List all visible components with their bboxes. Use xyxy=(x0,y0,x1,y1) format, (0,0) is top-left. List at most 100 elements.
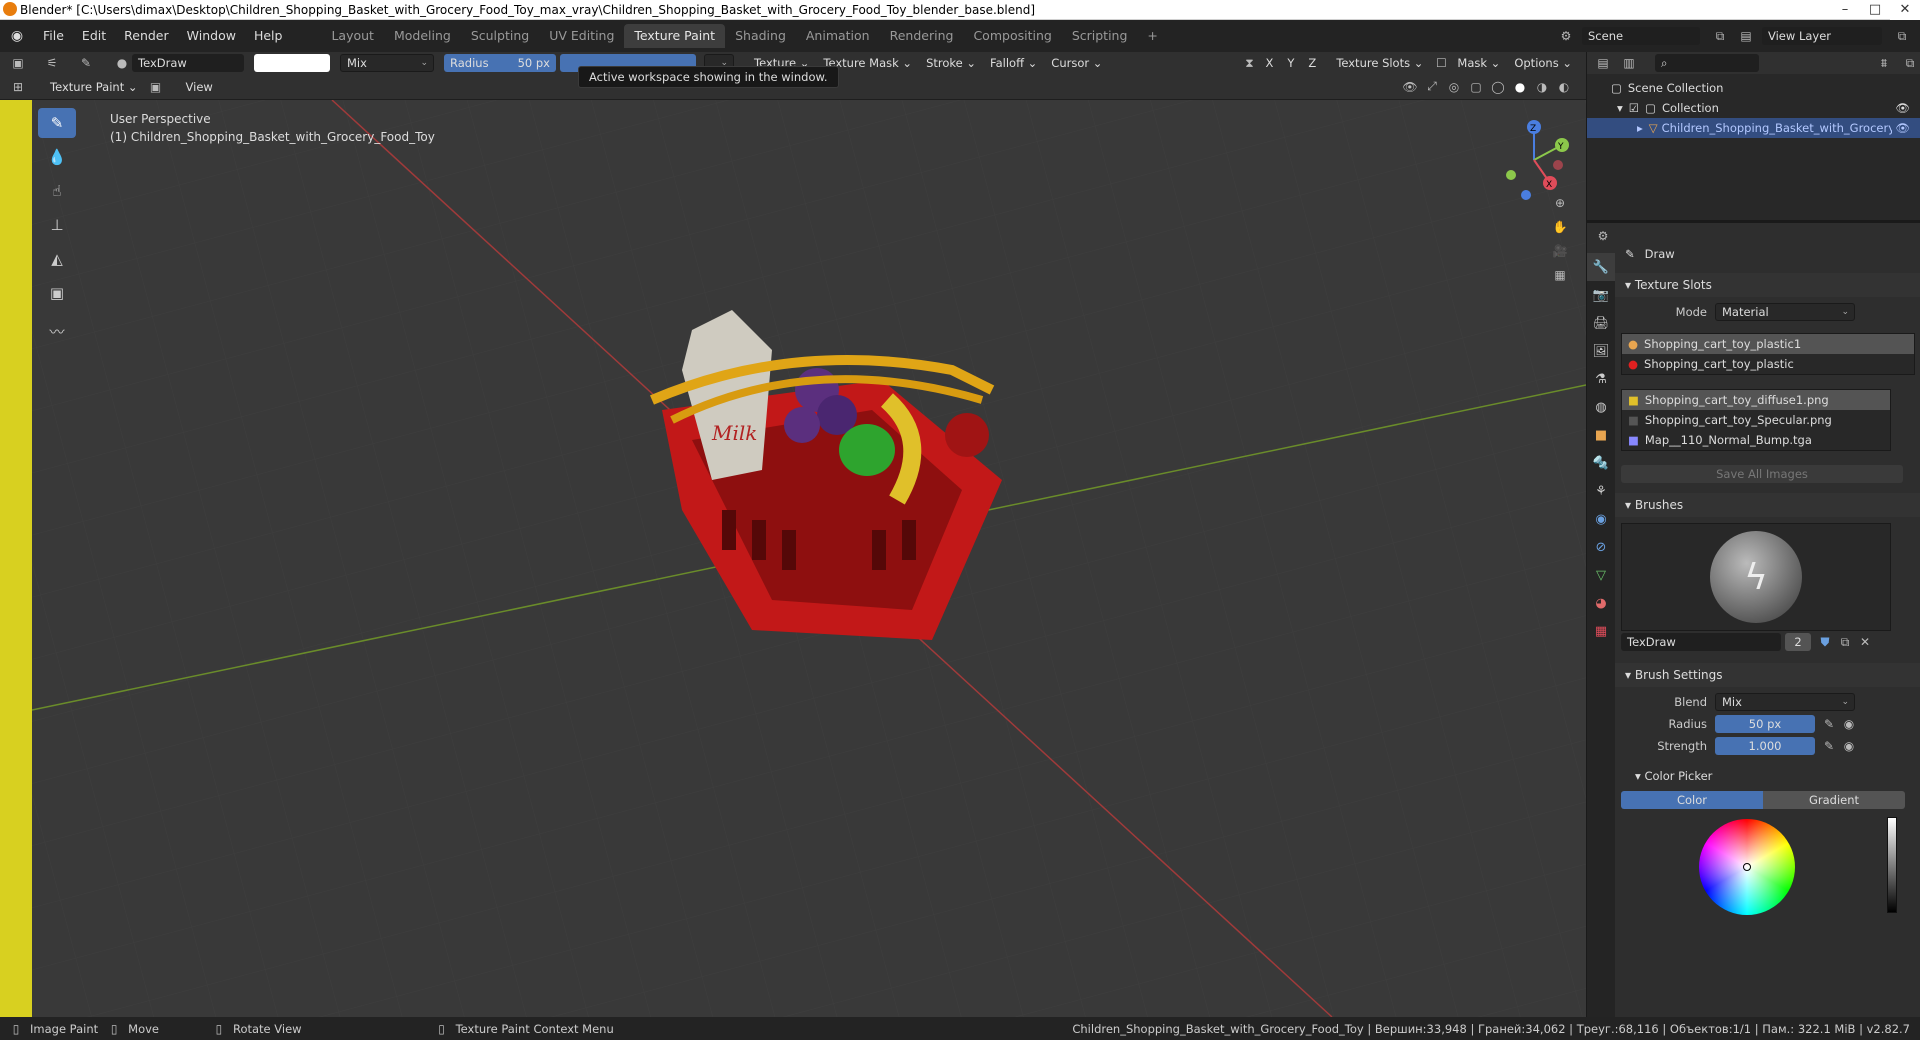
shading-wireframe-icon[interactable]: ◯ xyxy=(1488,78,1508,96)
cursor-dropdown[interactable]: Cursor ⌄ xyxy=(1045,54,1108,72)
tab-color[interactable]: Color xyxy=(1621,791,1763,809)
add-workspace-icon[interactable]: + xyxy=(1137,24,1167,48)
mask-checkbox[interactable]: ☐ xyxy=(1431,54,1451,72)
tab-sculpting[interactable]: Sculpting xyxy=(461,24,539,48)
annotate-tool-icon[interactable]: 〰 xyxy=(38,316,76,346)
grid-icon[interactable]: ⊞ xyxy=(8,78,28,96)
view-menu[interactable]: View xyxy=(180,78,219,96)
tab-scripting[interactable]: Scripting xyxy=(1062,24,1138,48)
xray-icon[interactable]: ▢ xyxy=(1466,78,1486,96)
outliner-collection[interactable]: ▾ ☑ ▢ Collection 👁 xyxy=(1587,98,1920,118)
brush-color-swatch[interactable] xyxy=(254,54,330,72)
display-mode-icon[interactable]: ▥ xyxy=(1619,54,1639,72)
gizmo-icon[interactable]: ⤢ xyxy=(1422,78,1442,96)
view-layer-field[interactable]: View Layer xyxy=(1762,27,1882,45)
draw-tool-icon[interactable]: ✎ xyxy=(38,108,76,138)
tab-compositing[interactable]: Compositing xyxy=(963,24,1061,48)
new-view-layer-icon[interactable]: ⧉ xyxy=(1892,27,1912,45)
scene-icon[interactable]: ⚙ xyxy=(1556,27,1576,45)
outliner-scene-collection[interactable]: ▢ Scene Collection xyxy=(1587,78,1920,98)
camera-icon[interactable]: 🎥 xyxy=(1550,242,1570,260)
3d-viewport[interactable]: Milk User Perspective (1) Children_Shopp… xyxy=(32,100,1586,1017)
blender-menu-icon[interactable]: ◉ xyxy=(0,28,34,44)
brushes-panel-header[interactable]: ▾ Brushes xyxy=(1615,493,1920,517)
shading-solid-icon[interactable]: ● xyxy=(1510,78,1530,96)
mirror-z-toggle[interactable]: Z xyxy=(1302,54,1322,72)
radius-slider[interactable]: Radius 50 px xyxy=(444,54,556,72)
minimize-button[interactable]: – xyxy=(1830,0,1860,20)
pressure-icon[interactable]: ✎ xyxy=(1819,737,1839,755)
menu-edit[interactable]: Edit xyxy=(73,24,115,48)
duplicate-brush-icon[interactable]: ⧉ xyxy=(1835,633,1855,651)
clone-tool-icon[interactable]: ⊥ xyxy=(38,210,76,240)
maximize-button[interactable]: □ xyxy=(1860,0,1890,20)
tool-tab-icon[interactable]: 🔧 xyxy=(1587,253,1615,281)
outliner-object[interactable]: ▸ ▽ Children_Shopping_Basket_with_Grocer… xyxy=(1587,118,1920,138)
output-tab-icon[interactable]: 🖨 xyxy=(1587,309,1615,337)
scene-name-field[interactable]: Scene xyxy=(1582,27,1700,45)
eye-icon[interactable]: 👁 xyxy=(1895,101,1910,115)
particles-tab-icon[interactable]: ⚘ xyxy=(1587,477,1615,505)
menu-help[interactable]: Help xyxy=(245,24,292,48)
unlink-brush-icon[interactable]: ✕ xyxy=(1855,633,1875,651)
new-scene-icon[interactable]: ⧉ xyxy=(1710,27,1730,45)
checkbox-icon[interactable]: ☑ xyxy=(1629,101,1639,115)
soften-tool-icon[interactable]: 💧 xyxy=(38,142,76,172)
visibility-icon[interactable]: 👁 xyxy=(1400,78,1420,96)
brush-name-field[interactable]: TexDraw xyxy=(132,54,244,72)
render-tab-icon[interactable]: 📷 xyxy=(1587,281,1615,309)
pressure-icon[interactable]: ✎ xyxy=(1819,715,1839,733)
tool-settings-icon[interactable]: ⚟ xyxy=(42,54,62,72)
view-layer-icon[interactable]: ▤ xyxy=(1736,27,1756,45)
fill-tool-icon[interactable]: ◭ xyxy=(38,244,76,274)
blend-dropdown[interactable]: Mix ⌄ xyxy=(340,54,434,72)
save-all-images-button[interactable]: Save All Images xyxy=(1621,465,1903,483)
radius-slider[interactable]: 50 px xyxy=(1715,715,1815,733)
outliner-search-input[interactable]: ⌕ xyxy=(1655,54,1759,72)
falloff-dropdown[interactable]: Falloff ⌄ xyxy=(984,54,1043,72)
tab-uv-editing[interactable]: UV Editing xyxy=(539,24,624,48)
menu-window[interactable]: Window xyxy=(178,24,245,48)
image-slot-item[interactable]: ■ Shopping_cart_toy_diffuse1.png xyxy=(1622,390,1890,410)
editor-type-icon[interactable]: ▣ xyxy=(8,54,28,72)
mask-dropdown[interactable]: Mask ⌄ xyxy=(1451,54,1506,72)
material-slot-item[interactable]: ● Shopping_cart_toy_plastic xyxy=(1622,354,1914,374)
expand-icon[interactable]: ▸ xyxy=(1637,121,1643,135)
brush-icon[interactable]: ✎ xyxy=(76,54,96,72)
symmetry-icon[interactable]: ⧗ xyxy=(1240,54,1260,72)
overlay-icon[interactable]: ◎ xyxy=(1444,78,1464,96)
color-picker-subpanel-header[interactable]: ▾ Color Picker xyxy=(1615,765,1920,787)
material-slot-item[interactable]: ● Shopping_cart_toy_plastic1 xyxy=(1622,334,1914,354)
eye-icon[interactable]: 👁 xyxy=(1895,121,1910,135)
close-button[interactable]: ✕ xyxy=(1890,0,1920,20)
zoom-icon[interactable]: ⊕ xyxy=(1550,194,1570,212)
smear-tool-icon[interactable]: ☝ xyxy=(38,176,76,206)
mode-dropdown[interactable]: Texture Paint ⌄ xyxy=(44,78,144,96)
scene-tab-icon[interactable]: ⚗ xyxy=(1587,365,1615,393)
mode-dropdown[interactable]: Material ⌄ xyxy=(1715,303,1855,321)
value-slider[interactable] xyxy=(1887,817,1897,913)
mask-mode-icon[interactable]: ▣ xyxy=(146,78,166,96)
physics-tab-icon[interactable]: ◉ xyxy=(1587,505,1615,533)
shading-rendered-icon[interactable]: ◐ xyxy=(1554,78,1574,96)
radius-unit-icon[interactable]: ◉ xyxy=(1839,715,1859,733)
brush-name-field[interactable]: TexDraw xyxy=(1621,633,1781,651)
mirror-y-toggle[interactable]: Y xyxy=(1281,54,1300,72)
constraints-tab-icon[interactable]: ⊘ xyxy=(1587,533,1615,561)
menu-render[interactable]: Render xyxy=(115,24,178,48)
tab-texture-paint[interactable]: Texture Paint xyxy=(624,24,726,48)
mask-tool-icon[interactable]: ▣ xyxy=(38,278,76,308)
tab-animation[interactable]: Animation xyxy=(796,24,880,48)
filter-icon[interactable]: ⩩ xyxy=(1874,54,1894,72)
stroke-dropdown[interactable]: Stroke ⌄ xyxy=(920,54,982,72)
properties-editor-icon[interactable]: ⚙ xyxy=(1593,227,1613,245)
texture-tab-icon[interactable]: ▦ xyxy=(1587,617,1615,645)
brush-fake-user-icon[interactable]: ● xyxy=(112,54,132,72)
texture-slots-panel-header[interactable]: ▾ Texture Slots xyxy=(1615,273,1920,297)
new-collection-icon[interactable]: ⧉ xyxy=(1900,54,1920,72)
expand-icon[interactable]: ▾ xyxy=(1617,101,1623,115)
blend-dropdown[interactable]: Mix ⌄ xyxy=(1715,693,1855,711)
pan-hand-icon[interactable]: ✋ xyxy=(1550,218,1570,236)
texture-slots-dropdown[interactable]: Texture Slots ⌄ xyxy=(1330,54,1429,72)
brush-users-count[interactable]: 2 xyxy=(1785,633,1811,651)
